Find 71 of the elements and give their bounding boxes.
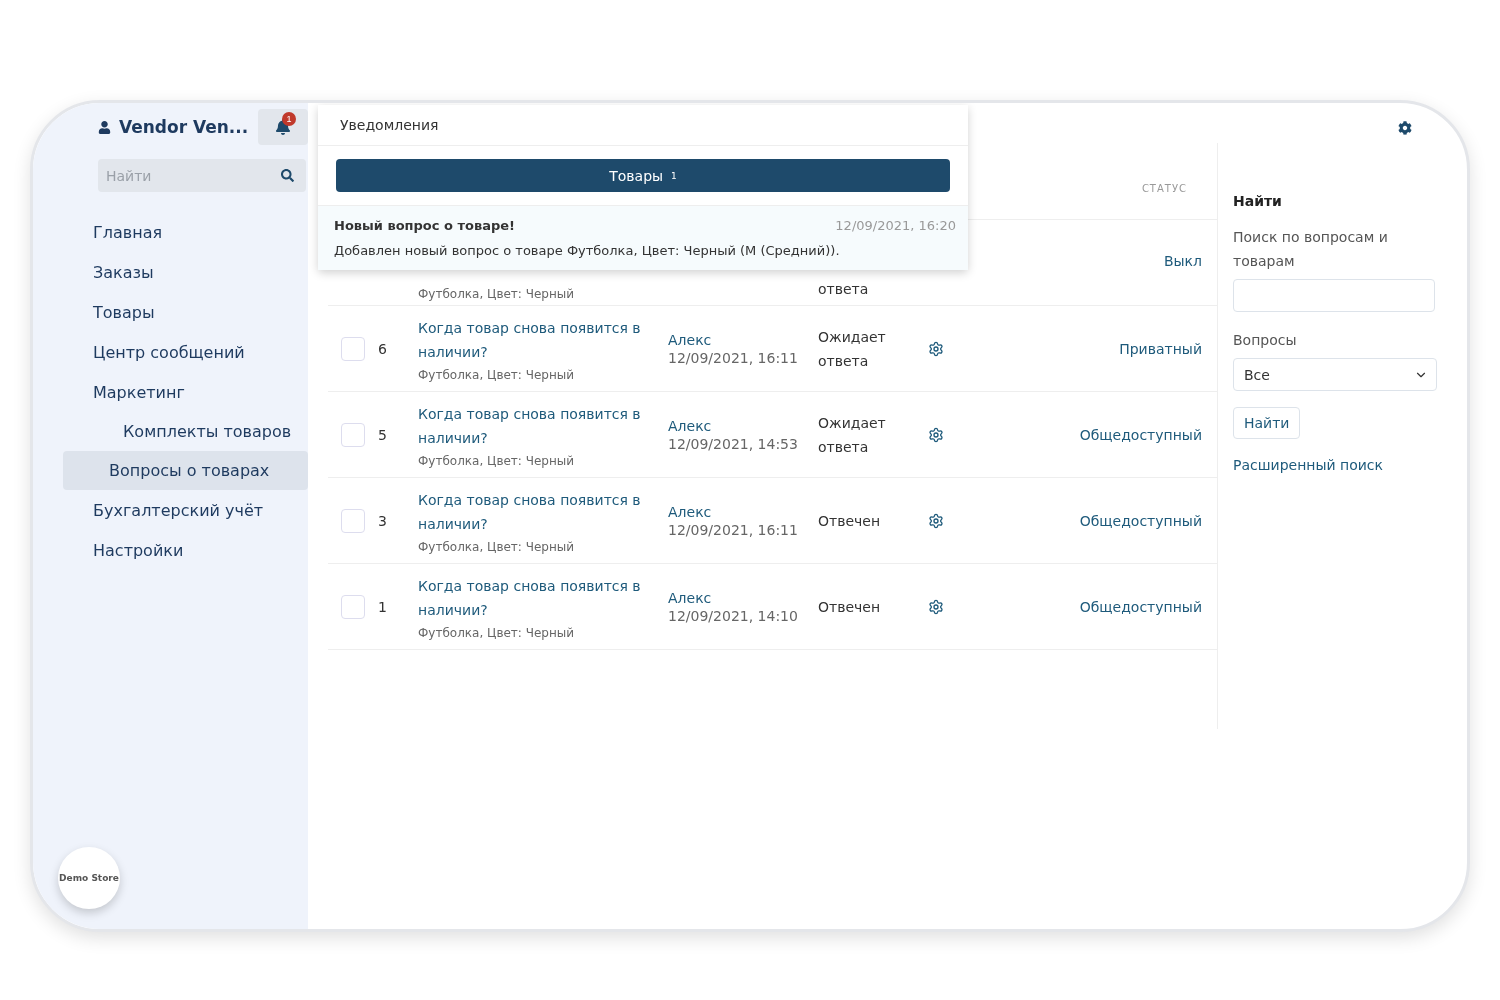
menu-item[interactable]: Главная	[33, 212, 308, 252]
user-icon	[98, 120, 111, 134]
notification-title: Новый вопрос о товаре!	[334, 218, 515, 233]
input-field[interactable]	[1233, 279, 1435, 312]
row-checkbox[interactable]	[341, 594, 365, 619]
question-status: Отвечен	[818, 511, 882, 531]
product-name: Футболка, Цвет: Черный	[418, 367, 576, 382]
visibility-link[interactable]: Выкл	[1163, 252, 1217, 269]
questions-select[interactable]: Все	[1233, 358, 1437, 391]
menu-item[interactable]: Комплекты товаров	[33, 412, 308, 451]
question-date: 12/09/2021, 14:10	[668, 607, 799, 624]
notification-item[interactable]: Новый вопрос о товаре! 12/09/2021, 16:20 Добавлен новый вопрос о товаре Футболка, Цвет: Черный (M (Средний)).	[318, 206, 968, 270]
tab-count: 1	[671, 170, 677, 181]
product-name: Футболка, Цвет: Черный	[418, 539, 576, 554]
question-id: 3	[378, 512, 388, 529]
author-link[interactable]: Алекс	[668, 417, 818, 434]
question-link[interactable]: Когда товар снова появится в наличии?	[418, 401, 668, 450]
field-label: Вопросы	[1233, 331, 1298, 350]
author-link[interactable]: Алекс	[668, 331, 818, 348]
search-icon	[281, 169, 294, 182]
store-logo: Demo Store	[58, 847, 120, 909]
question-status: ответа	[818, 280, 870, 299]
author-link[interactable]: Алекс	[668, 503, 818, 520]
question-date: 12/09/2021, 14:53	[668, 435, 799, 452]
find-button[interactable]: Найти	[1233, 407, 1301, 439]
visibility-link[interactable]: Приватный	[1119, 340, 1217, 357]
settings-icon[interactable]	[1398, 121, 1412, 135]
settings-icon[interactable]	[928, 512, 944, 529]
product-name: Футболка, Цвет: Черный	[418, 625, 576, 640]
question-date: 12/09/2021, 16:11	[668, 349, 799, 366]
advanced-search-link[interactable]: Расширенный поиск	[1233, 457, 1447, 473]
question-date: 12/09/2021, 16:11	[668, 521, 799, 538]
product-name: Футболка, Цвет: Черный	[418, 287, 576, 301]
question-link[interactable]: Когда товар снова появится в наличии?	[418, 487, 668, 536]
vendor-name[interactable]: Vendor Ven...	[98, 117, 249, 137]
notification-badge: 1	[282, 112, 296, 126]
question-id: 5	[378, 426, 388, 443]
menu-item[interactable]: Товары	[33, 292, 308, 332]
notification-time: 12/09/2021, 16:20	[835, 218, 956, 233]
filter-title: Найти	[1233, 193, 1283, 209]
dropdown-title: Уведомления	[318, 105, 968, 146]
question-status: Отвечен	[818, 597, 882, 617]
menu-item[interactable]: Бухгалтерский учёт	[33, 490, 308, 530]
settings-icon[interactable]	[928, 426, 944, 443]
author-link[interactable]: Алекс	[668, 589, 818, 606]
menu-item[interactable]: Настройки	[33, 530, 308, 570]
question-id: 1	[378, 598, 388, 615]
visibility-link[interactable]: Общедоступный	[1079, 512, 1217, 529]
settings-icon[interactable]	[928, 598, 944, 615]
question-id: 6	[378, 340, 388, 357]
menu-item[interactable]: Вопросы о товарах	[63, 451, 308, 490]
row-checkbox[interactable]	[341, 422, 365, 447]
column-header: СТАТУС	[1141, 183, 1187, 194]
visibility-link[interactable]: Общедоступный	[1079, 426, 1217, 443]
question-status: Ожидает ответа	[818, 327, 887, 371]
menu-item[interactable]: Центр сообщений	[33, 332, 308, 372]
notification-text: Добавлен новый вопрос о товаре Футболка, Цвет: Черный (M (Средний)).	[334, 243, 841, 258]
question-link[interactable]: Когда товар снова появится в наличии?	[418, 315, 668, 364]
menu-item[interactable]: Заказы	[33, 252, 308, 292]
question-status: Ожидает ответа	[818, 413, 887, 457]
visibility-link[interactable]: Общедоступный	[1079, 598, 1217, 615]
search-field[interactable]: Найти	[98, 159, 306, 192]
settings-icon[interactable]	[928, 340, 944, 357]
product-name: Футболка, Цвет: Черный	[418, 453, 576, 468]
notifications-button[interactable]: 1	[258, 109, 308, 145]
field-label: Поиск по вопросам и товарам	[1233, 228, 1389, 271]
question-link[interactable]: Когда товар снова появится в наличии?	[418, 573, 668, 622]
row-checkbox[interactable]	[341, 508, 365, 533]
menu-item[interactable]: Маркетинг	[33, 372, 308, 412]
row-checkbox[interactable]	[341, 336, 365, 361]
category-tab[interactable]: Товары $^{1}$	[336, 159, 950, 192]
